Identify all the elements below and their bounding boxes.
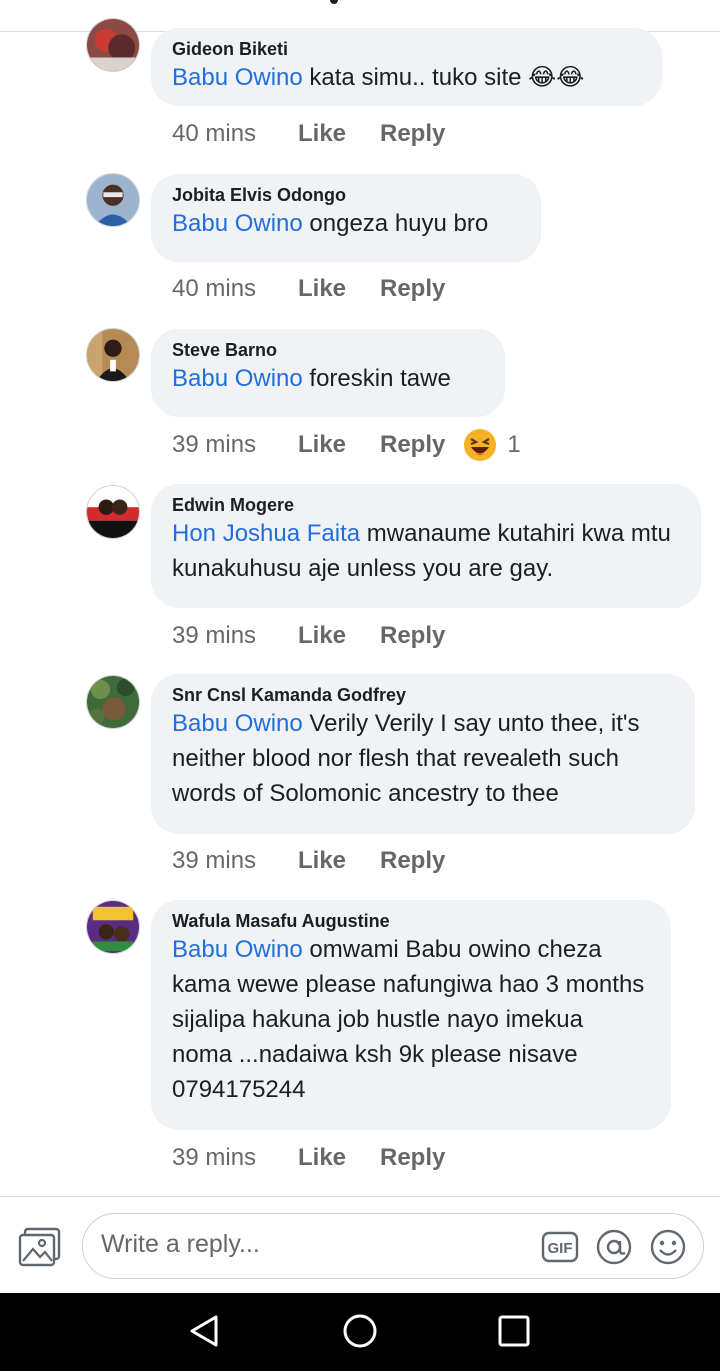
gif-label: GIF	[548, 1240, 573, 1257]
comment-author[interactable]: Wafula Masafu Augustine	[172, 910, 649, 932]
comment-text: Babu Owino foreskin tawe	[172, 361, 483, 396]
comment-actions: 39 mins Like Reply	[172, 844, 445, 878]
reply-composer: Write a reply... GIF	[0, 1196, 720, 1293]
comment-actions: 39 mins Like Reply	[172, 619, 445, 653]
timestamp[interactable]: 40 mins	[172, 120, 298, 148]
comment-author[interactable]: Gideon Biketi	[172, 38, 640, 60]
mention-link[interactable]: Babu Owino	[172, 710, 303, 737]
reply-button[interactable]: Reply	[380, 847, 445, 875]
comment-bubble[interactable]: Snr Cnsl Kamanda Godfrey Babu Owino Veri…	[151, 674, 695, 834]
reply-placeholder: Write a reply...	[101, 1230, 260, 1258]
gif-icon[interactable]: GIF	[541, 1230, 579, 1264]
like-button[interactable]: Like	[298, 1144, 380, 1172]
comment-bubble[interactable]: Jobita Elvis Odongo Babu Owino ongeza hu…	[151, 174, 541, 262]
comment-actions: 39 mins Like Reply 1	[172, 428, 521, 462]
comment-body: kata simu.. tuko site 😂😂	[302, 64, 585, 91]
reaction-summary[interactable]: 1	[463, 428, 521, 462]
back-icon[interactable]	[186, 1311, 226, 1351]
like-button[interactable]: Like	[298, 622, 380, 650]
timestamp[interactable]: 40 mins	[172, 275, 298, 303]
avatar[interactable]	[86, 18, 140, 72]
timestamp[interactable]: 39 mins	[172, 847, 298, 875]
avatar[interactable]	[86, 485, 140, 539]
reply-button[interactable]: Reply	[380, 120, 445, 148]
avatar[interactable]	[86, 675, 140, 729]
comment-author[interactable]: Steve Barno	[172, 339, 483, 361]
system-nav-bar	[0, 1293, 720, 1371]
mention-link[interactable]: Babu Owino	[172, 365, 303, 392]
mention-link[interactable]: Babu Owino	[172, 64, 303, 91]
comment-bubble[interactable]: Gideon Biketi Babu Owino kata simu.. tuk…	[151, 28, 662, 106]
comment-actions: 39 mins Like Reply	[172, 1141, 445, 1175]
comment-text: Babu Owino Verily Verily I say unto thee…	[172, 706, 673, 811]
comment-author[interactable]: Edwin Mogere	[172, 494, 679, 516]
photo-icon[interactable]	[18, 1227, 62, 1267]
reply-button[interactable]: Reply	[380, 275, 445, 303]
comment-text: Babu Owino kata simu.. tuko site 😂😂	[172, 60, 640, 95]
comment-text: Babu Owino ongeza huyu bro	[172, 206, 519, 241]
truncated-title-glyph	[330, 0, 338, 4]
reaction-count: 1	[507, 431, 521, 458]
reply-button[interactable]: Reply	[380, 431, 445, 459]
comment-text: Hon Joshua Faita mwanaume kutahiri kwa m…	[172, 516, 679, 586]
recent-apps-icon[interactable]	[494, 1311, 534, 1351]
laughing-face-icon	[464, 429, 497, 461]
comment-text: Babu Owino omwami Babu owino cheza kama …	[172, 932, 649, 1107]
emoji-icon[interactable]	[649, 1228, 687, 1266]
timestamp[interactable]: 39 mins	[172, 1144, 298, 1172]
comment-author[interactable]: Snr Cnsl Kamanda Godfrey	[172, 684, 673, 706]
comment-author[interactable]: Jobita Elvis Odongo	[172, 184, 519, 206]
comment-bubble[interactable]: Wafula Masafu Augustine Babu Owino omwam…	[151, 900, 671, 1130]
mention-link[interactable]: Babu Owino	[172, 936, 303, 963]
like-button[interactable]: Like	[298, 275, 380, 303]
mention-link[interactable]: Babu Owino	[172, 210, 303, 237]
like-button[interactable]: Like	[298, 431, 380, 459]
comment-actions: 40 mins Like Reply	[172, 272, 445, 306]
comment-actions: 40 mins Like Reply	[172, 117, 445, 151]
reply-button[interactable]: Reply	[380, 622, 445, 650]
avatar[interactable]	[86, 173, 140, 227]
at-icon[interactable]	[595, 1228, 633, 1266]
timestamp[interactable]: 39 mins	[172, 622, 298, 650]
like-button[interactable]: Like	[298, 847, 380, 875]
avatar[interactable]	[86, 900, 140, 954]
reply-input[interactable]: Write a reply... GIF	[82, 1213, 704, 1279]
timestamp[interactable]: 39 mins	[172, 431, 298, 459]
home-icon[interactable]	[340, 1311, 380, 1351]
comment-bubble[interactable]: Edwin Mogere Hon Joshua Faita mwanaume k…	[151, 484, 701, 608]
mention-link[interactable]: Hon Joshua Faita	[172, 520, 360, 547]
comment-bubble[interactable]: Steve Barno Babu Owino foreskin tawe	[151, 329, 505, 417]
avatar[interactable]	[86, 328, 140, 382]
comment-body: ongeza huyu bro	[302, 210, 489, 237]
reply-button[interactable]: Reply	[380, 1144, 445, 1172]
like-button[interactable]: Like	[298, 120, 380, 148]
comment-body: foreskin tawe	[302, 365, 451, 392]
